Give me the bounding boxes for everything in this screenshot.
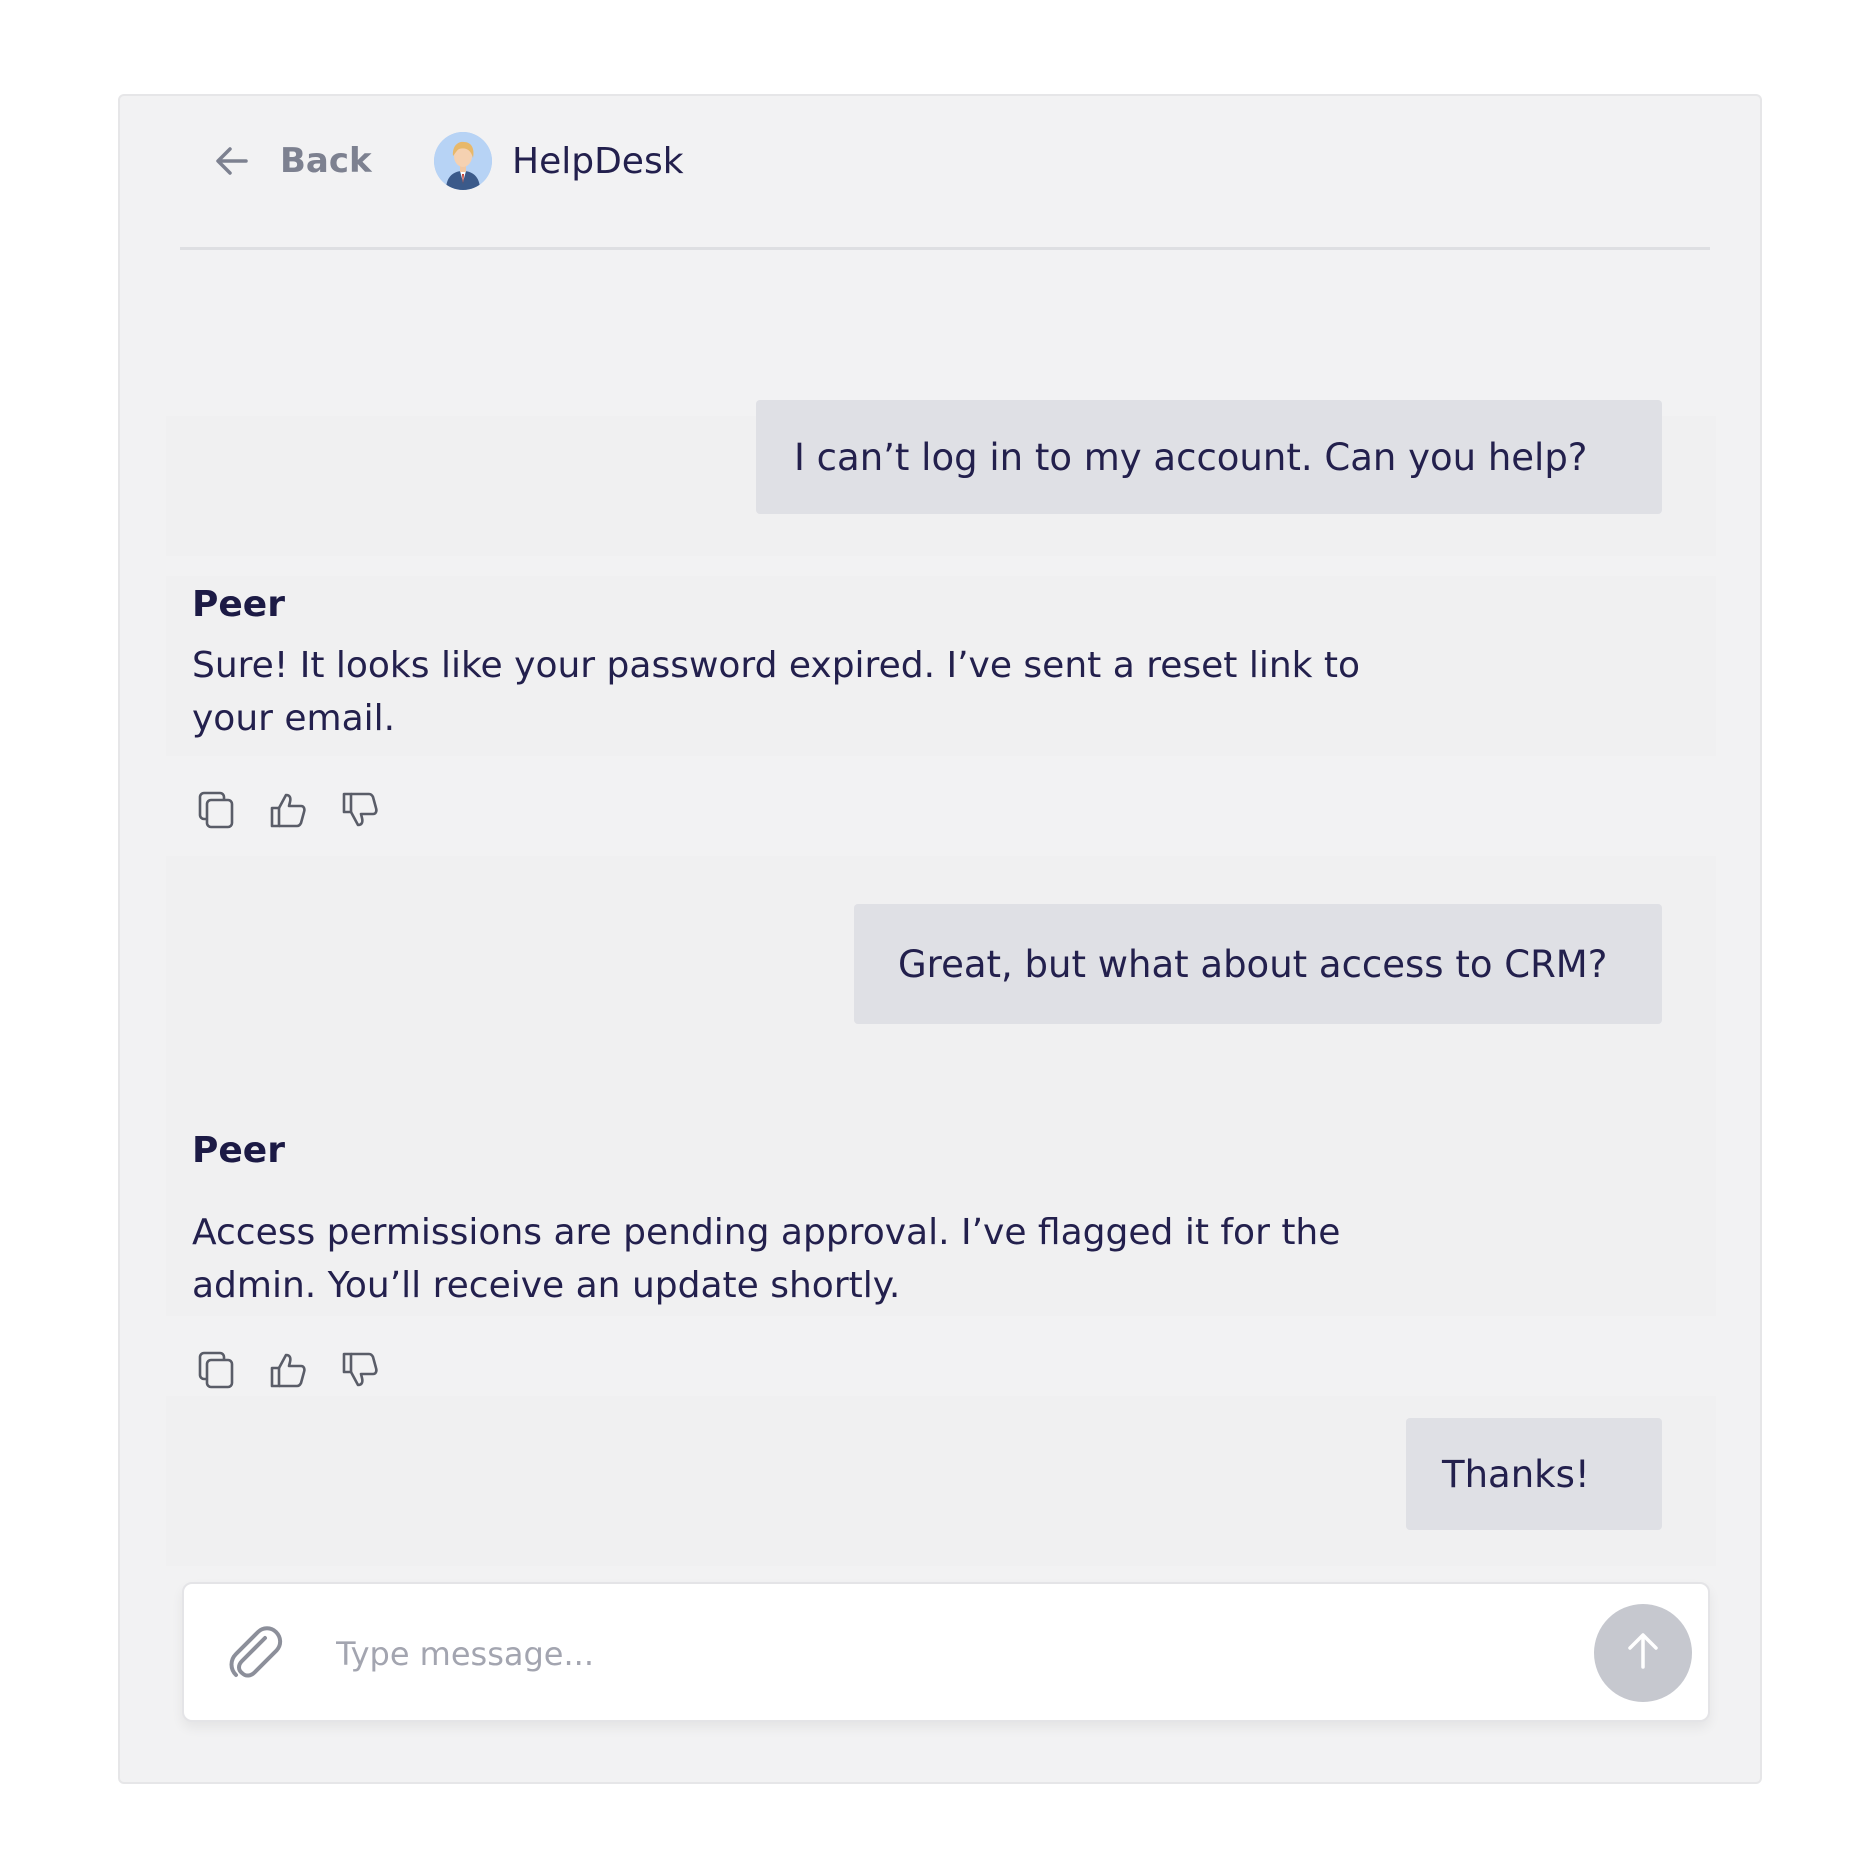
peer-author-name: Peer (192, 1130, 285, 1171)
back-label: Back (280, 141, 372, 181)
user-message-text: Great, but what about access to CRM? (898, 942, 1608, 986)
message-actions (196, 790, 380, 830)
user-message-bubble: Great, but what about access to CRM? (854, 904, 1662, 1024)
chat-header: Back HelpDesk (180, 96, 1710, 250)
peer-author-name: Peer (192, 584, 285, 625)
arrow-up-icon (1621, 1629, 1665, 1677)
user-message-bubble: I can’t log in to my account. Can you he… (756, 400, 1662, 514)
chat-window: Back HelpDesk I can’t log in to my accou… (118, 94, 1762, 1784)
back-button[interactable]: Back (212, 136, 372, 186)
user-message-text: I can’t log in to my account. Can you he… (794, 435, 1588, 479)
thumbs-down-icon[interactable] (340, 1350, 380, 1390)
send-button[interactable] (1594, 1604, 1692, 1702)
peer-message-text: Sure! It looks like your password expire… (192, 645, 1361, 739)
agent-name: HelpDesk (512, 140, 684, 182)
message-actions (196, 1350, 380, 1390)
peer-message-text: Access permissions are pending approval.… (192, 1212, 1341, 1306)
thumbs-up-icon[interactable] (268, 1350, 308, 1390)
thumbs-down-icon[interactable] (340, 790, 380, 830)
thumbs-up-icon[interactable] (268, 790, 308, 830)
message-composer (182, 1582, 1710, 1722)
message-input[interactable] (334, 1618, 1488, 1690)
copy-icon[interactable] (196, 1350, 236, 1390)
copy-icon[interactable] (196, 790, 236, 830)
paperclip-icon[interactable] (224, 1622, 286, 1684)
user-message-bubble: Thanks! (1406, 1418, 1662, 1530)
agent-avatar (434, 132, 492, 190)
agent-info: HelpDesk (434, 132, 684, 190)
arrow-left-icon (212, 141, 252, 181)
user-message-text: Thanks! (1442, 1452, 1590, 1496)
